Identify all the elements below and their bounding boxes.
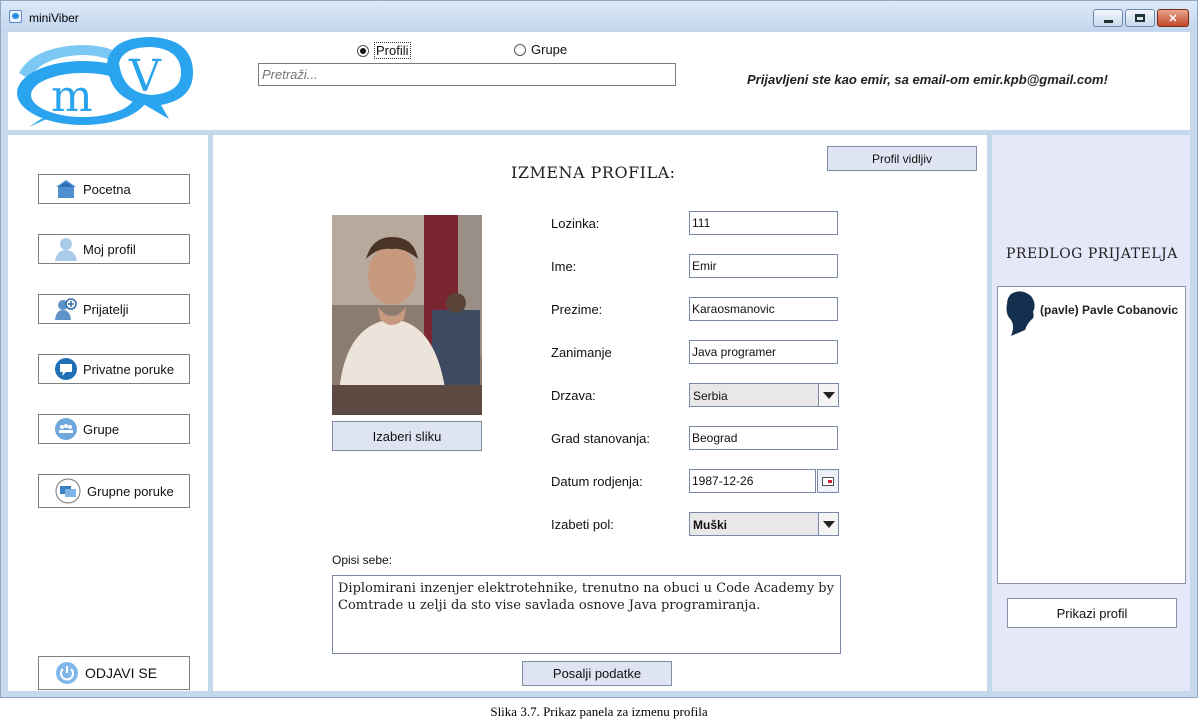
minimize-icon (1103, 19, 1113, 23)
calendar-button[interactable] (817, 469, 839, 493)
logo-letter-v: V (128, 51, 162, 102)
edit-profile-panel: Profil vidljiv IZMENA PROFILA: Izaberi s… (213, 135, 987, 691)
password-field[interactable] (689, 211, 838, 235)
mv-logo: m V (17, 37, 193, 127)
city-label: Grad stanovanja: (551, 431, 651, 446)
about-textarea[interactable]: Diplomirani inzenjer elektrotehnike, tre… (332, 575, 841, 654)
about-label: Opisi sebe: (332, 553, 393, 567)
sidebar-item-privatne-poruke[interactable]: Privatne poruke (38, 354, 190, 384)
page-title: IZMENA PROFILA: (511, 163, 676, 182)
chevron-down-icon[interactable] (818, 384, 838, 406)
first-name-label: Ime: (551, 259, 577, 274)
profile-photo (332, 215, 482, 415)
app-icon (9, 10, 22, 23)
sidebar-item-label: Moj profil (83, 241, 136, 257)
submit-button[interactable]: Posalji podatke (522, 661, 672, 686)
group-icon (55, 418, 77, 440)
profile-visible-label: Profil vidljiv (871, 151, 932, 166)
sidebar-item-label: Prijatelji (83, 301, 129, 317)
sidebar-item-grupne-poruke[interactable]: Grupne poruke (38, 474, 190, 508)
birth-date-label: Datum rodjenja: (551, 474, 643, 489)
country-select[interactable]: Serbia (689, 383, 839, 407)
logged-in-status: Prijavljeni ste kao emir, sa email-om em… (747, 72, 1108, 87)
chevron-down-icon[interactable] (818, 513, 838, 535)
logout-label: ODJAVI SE (85, 665, 158, 681)
person-silhouette-icon (1006, 291, 1035, 336)
sidebar-item-label: Pocetna (83, 181, 131, 197)
close-button[interactable]: ✕ (1157, 9, 1189, 27)
sidebar-item-label: Grupne poruke (87, 483, 174, 499)
maximize-icon (1135, 14, 1145, 22)
sidebar: Pocetna Moj profil Prijatelji Privatne p… (8, 135, 208, 691)
user-icon (55, 238, 77, 261)
friends-icon (55, 298, 77, 320)
occupation-field[interactable] (689, 340, 838, 364)
sidebar-item-label: Grupe (83, 421, 120, 437)
country-value: Serbia (693, 389, 728, 403)
sidebar-item-grupe[interactable]: Grupe (38, 414, 190, 444)
sidebar-item-moj-profil[interactable]: Moj profil (38, 234, 190, 264)
radio-profili-label: Profili (374, 42, 411, 59)
last-name-label: Prezime: (551, 302, 603, 317)
radio-dot[interactable] (514, 43, 526, 56)
suggestions-title: PREDLOG PRIJATELJA (1006, 246, 1178, 262)
radio-profili[interactable]: Profili (357, 42, 411, 59)
friend-suggestions-panel: PREDLOG PRIJATELJA (pavle) Pavle Cobanov… (992, 135, 1190, 691)
gender-label: Izabeti pol: (551, 517, 614, 532)
radio-dot-selected[interactable] (357, 44, 369, 57)
maximize-button[interactable] (1125, 9, 1155, 27)
logout-button[interactable]: ODJAVI SE (38, 656, 190, 690)
suggestion-name: (pavle) Pavle Cobanovic (1040, 303, 1179, 317)
power-icon (55, 661, 79, 685)
sidebar-item-label: Privatne poruke (83, 361, 175, 377)
header: m V Profili Grupe Prijavljeni ste kao em… (8, 32, 1190, 130)
sidebar-item-pocetna[interactable]: Pocetna (38, 174, 190, 204)
country-label: Drzava: (551, 388, 596, 403)
figure-caption: Slika 3.7. Prikaz panela za izmenu profi… (490, 704, 708, 719)
last-name-field[interactable] (689, 297, 838, 321)
group-messages-icon (55, 478, 81, 504)
gender-select[interactable]: Muški (689, 512, 839, 536)
choose-image-label: Izaberi sliku (372, 428, 442, 444)
occupation-label: Zanimanje (551, 345, 612, 360)
gender-value: Muški (693, 518, 728, 532)
suggestions-list[interactable]: (pavle) Pavle Cobanovic (997, 286, 1186, 584)
radio-grupe[interactable]: Grupe (514, 42, 567, 57)
calendar-icon (822, 476, 834, 486)
choose-image-button[interactable]: Izaberi sliku (332, 421, 482, 451)
radio-grupe-label: Grupe (531, 42, 568, 57)
sidebar-item-prijatelji[interactable]: Prijatelji (38, 294, 190, 324)
home-icon (55, 178, 77, 200)
minimize-button[interactable] (1093, 9, 1123, 27)
message-icon (55, 358, 77, 380)
list-item[interactable]: (pavle) Pavle Cobanovic (1003, 290, 1178, 336)
window-title: miniViber (29, 11, 79, 25)
show-profile-button[interactable]: Prikazi profil (1007, 598, 1177, 628)
show-profile-label: Prikazi profil (1056, 605, 1128, 621)
profile-visible-button[interactable]: Profil vidljiv (827, 146, 977, 171)
title-bar[interactable]: miniViber ✕ (1, 1, 1197, 31)
password-label: Lozinka: (551, 216, 600, 231)
close-icon: ✕ (1168, 12, 1178, 25)
submit-label: Posalji podatke (552, 666, 642, 681)
first-name-field[interactable] (689, 254, 838, 278)
city-field[interactable] (689, 426, 838, 450)
birth-date-field[interactable] (689, 469, 816, 493)
logo-letter-m: m (51, 71, 93, 122)
search-input[interactable] (258, 63, 676, 86)
app-window: miniViber ✕ m V Profili Grupe Pretraži..… (0, 0, 1198, 698)
